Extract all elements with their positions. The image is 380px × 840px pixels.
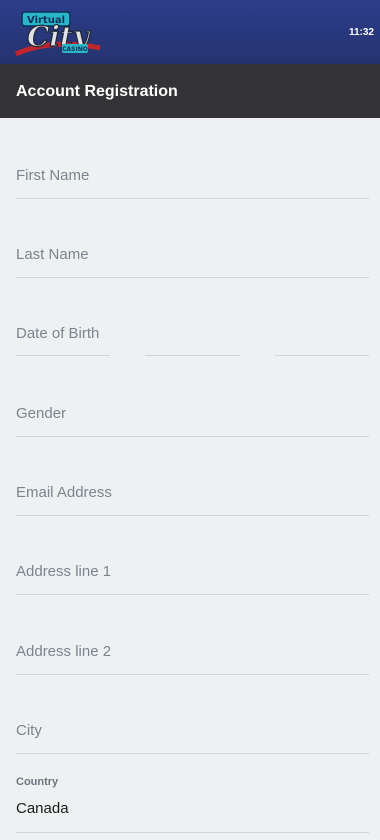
first-name-placeholder: First Name <box>16 167 90 184</box>
dob-day-input[interactable] <box>16 355 110 356</box>
page-title: Account Registration <box>16 83 178 100</box>
country-field[interactable]: Country Canada <box>16 768 369 833</box>
last-name-field[interactable]: Last Name <box>16 237 369 278</box>
date-of-birth-placeholder: Date of Birth <box>16 325 100 342</box>
address-line-1-field[interactable]: Address line 1 <box>16 554 369 595</box>
last-name-placeholder: Last Name <box>16 246 89 263</box>
title-bar: Account Registration <box>0 64 380 118</box>
time-display: 11:32 <box>348 27 374 38</box>
country-label: Country <box>16 776 59 788</box>
email-placeholder: Email Address <box>16 484 112 501</box>
dob-month-input[interactable] <box>145 355 240 356</box>
address-line-1-placeholder: Address line 1 <box>16 563 112 580</box>
first-name-field[interactable]: First Name <box>16 158 369 199</box>
gender-placeholder: Gender <box>16 405 67 422</box>
email-field[interactable]: Email Address <box>16 475 369 516</box>
gender-field[interactable]: Gender <box>16 396 369 437</box>
app-header: Virtual City CASINO 11:32 <box>0 0 380 64</box>
logo-word-casino: CASINO <box>62 46 88 53</box>
address-line-2-field[interactable]: Address line 2 <box>16 634 369 675</box>
dob-year-input[interactable] <box>275 355 369 356</box>
address-line-2-placeholder: Address line 2 <box>16 643 112 660</box>
virtual-city-casino-logo[interactable]: Virtual City CASINO <box>12 8 104 60</box>
country-value: Canada <box>16 800 69 817</box>
city-placeholder: City <box>16 722 42 739</box>
city-field[interactable]: City <box>16 713 369 754</box>
date-of-birth-field: Date of Birth <box>16 316 369 356</box>
